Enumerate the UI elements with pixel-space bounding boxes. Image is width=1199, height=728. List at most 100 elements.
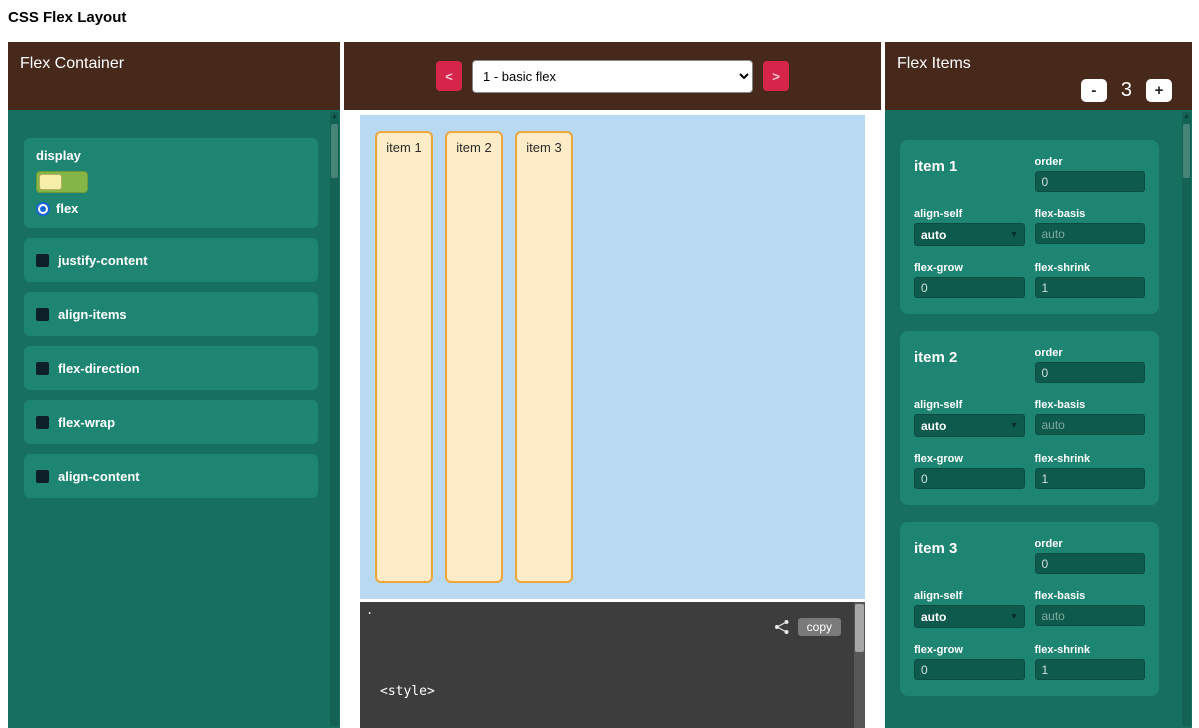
option-flex-wrap[interactable]: flex-wrap	[24, 400, 318, 444]
item-1-align-self-select[interactable]: auto	[914, 223, 1025, 246]
item-3-flex-grow-input[interactable]	[914, 659, 1025, 680]
flex-direction-checkbox[interactable]	[36, 362, 49, 375]
left-panel-scrollbar[interactable]: ▲	[330, 112, 339, 726]
copy-button[interactable]: copy	[798, 618, 841, 636]
flex-container-header: Flex Container	[8, 42, 340, 110]
item-1-flex-shrink-field: flex-shrink	[1035, 262, 1146, 298]
item-1-flex-shrink-input[interactable]	[1035, 277, 1146, 298]
display-toggle-knob[interactable]	[39, 174, 62, 190]
scenario-select[interactable]: 1 - basic flex	[472, 60, 753, 93]
order-label: order	[1035, 156, 1146, 168]
align-content-checkbox[interactable]	[36, 470, 49, 483]
item-2-flex-shrink-input[interactable]	[1035, 468, 1146, 489]
flex-demo-item-3: item 3	[515, 131, 573, 583]
flex-items-title: Flex Items	[897, 55, 971, 72]
item-2-flex-shrink-field: flex-shrink	[1035, 453, 1146, 489]
align-items-label: align-items	[58, 307, 127, 322]
flex-container-panel: Flex Container display flex justify-cont…	[8, 42, 340, 728]
item-1-title: item 1	[914, 156, 1025, 192]
item-2-flex-grow-field: flex-grow	[914, 453, 1025, 489]
preview-header: < 1 - basic flex >	[344, 42, 881, 110]
align-self-label: align-self	[914, 590, 1025, 602]
scroll-up-icon[interactable]: ▲	[1182, 112, 1191, 122]
item-card-2: item 2 order align-self auto ▼	[900, 331, 1159, 505]
code-scrollbar-thumb[interactable]	[855, 604, 864, 652]
item-1-flex-grow-field: flex-grow	[914, 262, 1025, 298]
order-label: order	[1035, 347, 1146, 359]
item-2-align-self-select[interactable]: auto	[914, 414, 1025, 437]
flex-container-body: display flex justify-content align-item	[8, 110, 340, 728]
flex-grow-label: flex-grow	[914, 644, 1025, 656]
flex-wrap-checkbox[interactable]	[36, 416, 49, 429]
decrease-items-button[interactable]: -	[1081, 79, 1107, 102]
item-3-order-input[interactable]	[1035, 553, 1146, 574]
item-card-3: item 3 order align-self auto ▼	[900, 522, 1159, 696]
increase-items-button[interactable]: +	[1146, 79, 1172, 102]
right-scrollbar-thumb[interactable]	[1183, 124, 1190, 178]
flex-direction-label: flex-direction	[58, 361, 140, 376]
flex-wrap-label: flex-wrap	[58, 415, 115, 430]
flex-basis-label: flex-basis	[1035, 399, 1146, 411]
item-1-flex-grow-input[interactable]	[914, 277, 1025, 298]
item-3-flex-shrink-input[interactable]	[1035, 659, 1146, 680]
display-label: display	[36, 148, 306, 163]
flex-items-body: item 1 order align-self auto ▼	[885, 110, 1192, 728]
item-3-align-self-select[interactable]: auto	[914, 605, 1025, 628]
code-content: <style> .flex-container { display: flex;	[360, 644, 865, 728]
flex-items-panel: Flex Items - 3 + item 1 order align-self	[885, 42, 1192, 728]
item-3-title: item 3	[914, 538, 1025, 574]
flex-demo-item-1: item 1	[375, 131, 433, 583]
align-content-label: align-content	[58, 469, 140, 484]
item-2-flex-grow-input[interactable]	[914, 468, 1025, 489]
align-items-checkbox[interactable]	[36, 308, 49, 321]
code-scrollbar[interactable]	[854, 602, 865, 728]
right-panel-scrollbar[interactable]: ▲	[1182, 112, 1191, 726]
item-2-flex-basis-field: flex-basis	[1035, 399, 1146, 437]
item-3-flex-basis-input[interactable]	[1035, 605, 1146, 626]
left-scrollbar-thumb[interactable]	[331, 124, 338, 178]
page-title: CSS Flex Layout	[8, 9, 126, 26]
option-align-content[interactable]: align-content	[24, 454, 318, 498]
item-card-1: item 1 order align-self auto ▼	[900, 140, 1159, 314]
flex-basis-label: flex-basis	[1035, 590, 1146, 602]
item-2-order-input[interactable]	[1035, 362, 1146, 383]
align-self-label: align-self	[914, 399, 1025, 411]
item-1-flex-basis-field: flex-basis	[1035, 208, 1146, 246]
option-justify-content[interactable]: justify-content	[24, 238, 318, 282]
item-1-order-field: order	[1035, 156, 1146, 192]
display-toggle[interactable]	[36, 171, 88, 193]
item-1-flex-basis-input[interactable]	[1035, 223, 1146, 244]
item-2-flex-basis-input[interactable]	[1035, 414, 1146, 435]
item-3-align-self-field: align-self auto ▼	[914, 590, 1025, 628]
option-align-items[interactable]: align-items	[24, 292, 318, 336]
flex-grow-label: flex-grow	[914, 453, 1025, 465]
flex-shrink-label: flex-shrink	[1035, 453, 1146, 465]
flex-shrink-label: flex-shrink	[1035, 262, 1146, 274]
item-3-flex-shrink-field: flex-shrink	[1035, 644, 1146, 680]
code-block: . copy <style> .flex-container { display…	[360, 602, 865, 728]
item-2-title: item 2	[914, 347, 1025, 383]
item-3-order-field: order	[1035, 538, 1146, 574]
code-dot: .	[366, 603, 373, 617]
justify-content-checkbox[interactable]	[36, 254, 49, 267]
flex-radio[interactable]	[36, 202, 50, 216]
item-2-order-field: order	[1035, 347, 1146, 383]
item-3-flex-basis-field: flex-basis	[1035, 590, 1146, 628]
order-label: order	[1035, 538, 1146, 550]
scroll-up-icon[interactable]: ▲	[330, 112, 339, 122]
flex-container-title: Flex Container	[20, 55, 124, 72]
justify-content-label: justify-content	[58, 253, 148, 268]
option-flex-direction[interactable]: flex-direction	[24, 346, 318, 390]
code-line: <style>	[380, 682, 865, 701]
share-icon[interactable]	[774, 619, 790, 635]
main-layout: Flex Container display flex justify-cont…	[8, 42, 1192, 728]
flex-demo-item-2: item 2	[445, 131, 503, 583]
flex-radio-label: flex	[56, 201, 78, 216]
prev-scenario-button[interactable]: <	[436, 61, 462, 91]
next-scenario-button[interactable]: >	[763, 61, 789, 91]
item-count: 3	[1121, 79, 1132, 102]
display-section: display flex	[24, 138, 318, 228]
item-1-align-self-field: align-self auto ▼	[914, 208, 1025, 246]
item-1-order-input[interactable]	[1035, 171, 1146, 192]
preview-panel: < 1 - basic flex > item 1 item 2 item 3 …	[344, 42, 881, 728]
